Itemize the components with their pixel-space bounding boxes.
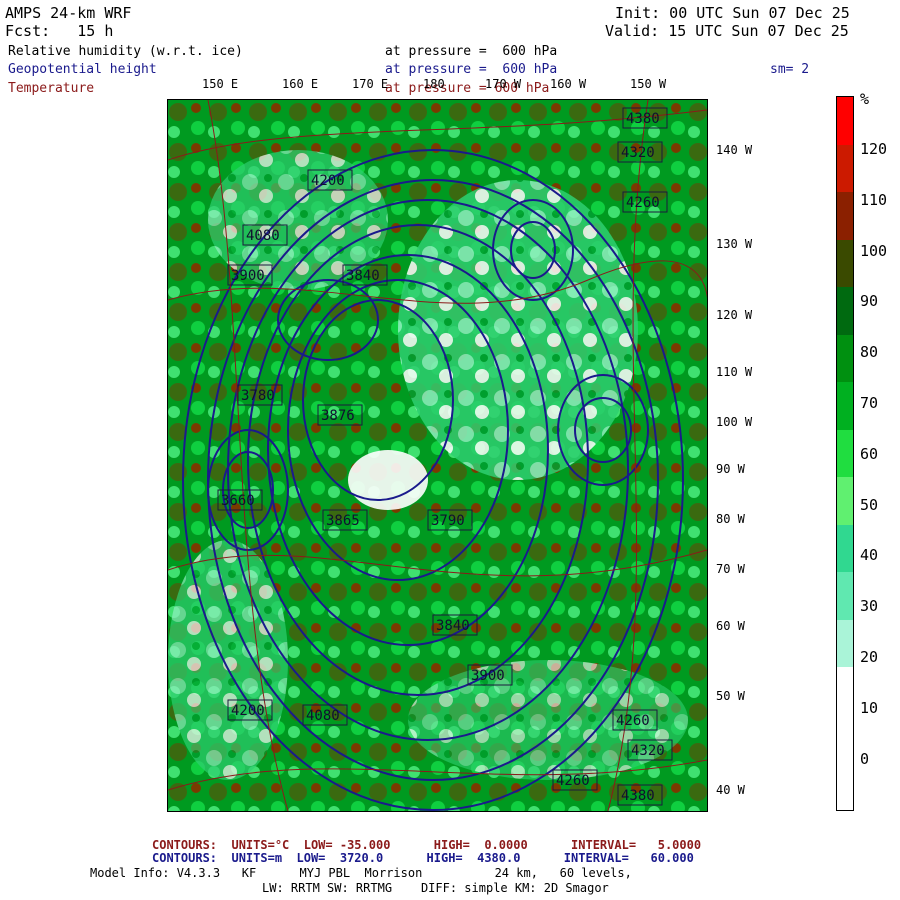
top-longitude-label: 150 E (202, 77, 239, 91)
right-longitude-label: 50 W (716, 689, 745, 703)
height-contour-info: CONTOURS: UNITS=m LOW= 3720.0 HIGH= 4380… (152, 851, 694, 865)
colorbar-segment (837, 667, 853, 716)
colorbar-unit: % (860, 90, 870, 108)
svg-text:3876: 3876 (321, 408, 355, 424)
field2-level: at pressure = 600 hPa (385, 62, 558, 77)
smoothing-label: sm= 2 (770, 62, 810, 77)
right-longitude-label: 60 W (716, 619, 745, 633)
colorbar-segment (837, 429, 853, 478)
map-canvas: 4380 4320 4260 4200 4080 3900 3840 3780 3876 3660… (168, 100, 707, 811)
right-longitude-label: 80 W (716, 512, 745, 526)
colorbar-tick-label: 80 (860, 343, 879, 362)
right-longitude-label: 70 W (716, 562, 745, 576)
colorbar-tick-label: 50 (860, 495, 879, 514)
svg-text:3790: 3790 (431, 513, 465, 529)
weather-map: 4380 4320 4260 4200 4080 3900 3840 3780 3876 3660… (167, 99, 708, 812)
svg-text:3840: 3840 (436, 618, 470, 634)
svg-text:4200: 4200 (231, 703, 265, 719)
right-longitude-label: 110 W (716, 365, 753, 379)
colorbar-segment (837, 524, 853, 573)
top-longitude-label: 160 E (282, 77, 319, 91)
colorbar-segment (837, 477, 853, 526)
colorbar-segment (837, 714, 853, 763)
rh-dry-region (348, 450, 428, 510)
colorbar-segment (837, 97, 853, 146)
model-title: AMPS 24-km WRF (5, 4, 132, 22)
init-time: Init: 00 UTC Sun 07 Dec 25 (615, 4, 850, 22)
right-longitude-label: 40 W (716, 783, 745, 797)
forecast-hour: Fcst: 15 h (5, 22, 114, 40)
right-longitude-label: 120 W (716, 308, 753, 322)
colorbar-tick-label: 100 (860, 241, 888, 260)
svg-text:4080: 4080 (306, 708, 340, 724)
colorbar-tick-label: 10 (860, 698, 879, 717)
field3-level: at pressure = 600 hPa (385, 81, 550, 96)
svg-text:3840: 3840 (346, 268, 380, 284)
colorbar-tick-label: 90 (860, 292, 879, 311)
right-longitude-label: 100 W (716, 415, 753, 429)
right-longitude-label: 90 W (716, 462, 745, 476)
rh-colorbar (836, 96, 854, 811)
top-longitude-label: 180 (423, 77, 445, 91)
colorbar-tick-label: 70 (860, 394, 879, 412)
colorbar-tick-label: 30 (860, 597, 879, 616)
valid-time: Valid: 15 UTC Sun 07 Dec 25 (605, 22, 849, 40)
field3-name: Temperature (8, 81, 95, 96)
top-longitude-label: 170 W (485, 77, 522, 91)
colorbar-tick-label: 120 (860, 140, 888, 158)
svg-text:3865: 3865 (326, 513, 360, 529)
colorbar-tick-label: 40 (860, 546, 879, 565)
svg-text:3660: 3660 (221, 493, 255, 509)
svg-text:4380: 4380 (621, 788, 655, 804)
colorbar-segment (837, 287, 853, 336)
svg-text:3780: 3780 (241, 388, 275, 404)
svg-text:4080: 4080 (246, 228, 280, 244)
colorbar-tick-label: 60 (860, 444, 879, 463)
field2-name: Geopotential height (8, 62, 157, 77)
svg-text:4320: 4320 (621, 145, 655, 161)
svg-text:3900: 3900 (231, 268, 265, 284)
svg-text:4260: 4260 (626, 195, 660, 211)
svg-text:4320: 4320 (631, 743, 665, 759)
svg-text:4260: 4260 (616, 713, 650, 729)
colorbar-segment (837, 334, 853, 383)
colorbar-segment (837, 239, 853, 288)
field1-name: Relative humidity (w.r.t. ice) (8, 44, 243, 59)
colorbar-tick-label: 110 (860, 190, 888, 209)
temperature-contour-info: CONTOURS: UNITS=°C LOW= -35.000 HIGH= 0.… (152, 838, 702, 852)
right-longitude-label: 140 W (716, 143, 753, 157)
colorbar-segment (837, 382, 853, 431)
physics-info: LW: RRTM SW: RRTMG DIFF: simple KM: 2D S… (262, 881, 609, 895)
colorbar-segment (837, 192, 853, 241)
field1-level: at pressure = 600 hPa (385, 44, 558, 59)
colorbar-segment (837, 762, 853, 811)
colorbar-segment (837, 572, 853, 621)
svg-text:3900: 3900 (471, 668, 505, 684)
top-longitude-label: 160 W (550, 77, 587, 91)
colorbar-tick-label: 0 (860, 749, 870, 768)
right-longitude-label: 130 W (716, 237, 753, 251)
top-longitude-label: 150 W (630, 77, 667, 91)
svg-text:4380: 4380 (626, 111, 660, 127)
top-longitude-label: 170 E (352, 77, 389, 91)
svg-text:4260: 4260 (556, 773, 590, 789)
colorbar-segment (837, 144, 853, 193)
svg-text:4200: 4200 (311, 173, 345, 189)
colorbar-segment (837, 619, 853, 668)
model-info: Model Info: V4.3.3 KF MYJ PBL Morrison 2… (90, 866, 632, 880)
colorbar-tick-label: 20 (860, 648, 879, 666)
